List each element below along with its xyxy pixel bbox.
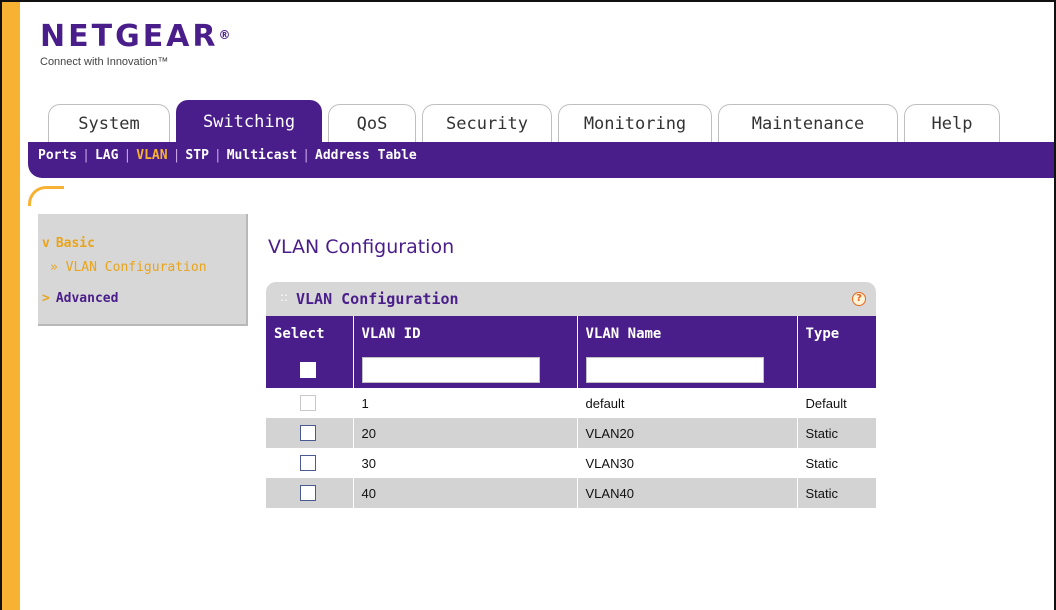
tab-security[interactable]: Security [422,104,552,142]
table-header-row: Select VLAN ID VLAN Name Type [266,316,876,352]
column-header-type: Type [796,316,876,352]
sidebar-item-advanced[interactable]: > Advanced [42,291,118,306]
table-row: 30 VLAN30 Static [266,448,876,478]
main-tabs: System Switching QoS Security Monitoring… [48,100,1006,142]
vlan-id-input-cell [352,352,577,388]
vlan-table: Select VLAN ID VLAN Name Type 1 default [266,316,876,508]
sidebar-menu: v Basic » VLAN Configuration > Advanced [38,214,248,326]
row-select-cell [266,478,353,508]
type-cell: Static [796,448,876,478]
subnav-multicast[interactable]: Multicast [227,148,297,163]
subnav-ports[interactable]: Ports [38,148,77,163]
subnav-separator: | [123,148,132,163]
sidebar-item-vlan-configuration[interactable]: » VLAN Configuration [50,260,207,275]
table-row: 40 VLAN40 Static [266,478,876,508]
vlan-name-cell: VLAN40 [576,478,797,508]
row-select-cell [266,448,353,478]
vlan-name-input[interactable] [585,357,764,383]
vlan-name-cell: VLAN20 [576,418,797,448]
sidebar-item-basic[interactable]: v Basic [42,236,95,251]
page-title: VLAN Configuration [268,236,455,258]
vlan-name-cell: default [576,388,797,418]
row-select-cell [266,418,353,448]
type-cell: Default [796,388,876,418]
row-checkbox[interactable] [300,485,316,501]
subnav-address-table[interactable]: Address Table [315,148,417,163]
select-all-checkbox[interactable] [300,362,316,378]
page-content: NETGEAR® Connect with Innovation™ System… [20,2,1054,610]
tab-maintenance[interactable]: Maintenance [718,104,898,142]
subnav-lag[interactable]: LAG [95,148,118,163]
subnav-separator: | [302,148,311,163]
type-cell: Static [796,478,876,508]
panel-title: VLAN Configuration [296,290,459,308]
select-all-cell [266,352,353,388]
orange-corner-decoration [28,186,64,206]
help-icon[interactable]: ? [852,292,866,306]
vlan-id-cell: 40 [352,478,577,508]
netgear-logo: NETGEAR® Connect with Innovation™ [40,19,231,69]
left-accent-bar [2,2,20,610]
type-input-cell [796,352,876,388]
tab-qos[interactable]: QoS [328,104,416,142]
subnav-vlan[interactable]: VLAN [136,148,167,163]
subnav-stp[interactable]: STP [185,148,208,163]
chevron-right-icon: > [42,291,50,306]
row-checkbox[interactable] [300,425,316,441]
tab-help[interactable]: Help [904,104,1000,142]
column-header-vlan-id: VLAN ID [352,316,577,352]
grip-icon: :: [280,290,289,304]
subnav-separator: | [172,148,181,163]
tab-system[interactable]: System [48,104,170,142]
subnav-bar: Ports | LAG | VLAN | STP | Multicast | Addres… [28,142,1054,178]
vlan-config-panel: :: VLAN Configuration ? Select VLAN ID V… [266,282,876,508]
vlan-id-input[interactable] [361,357,540,383]
table-input-row [266,352,876,388]
vlan-name-input-cell [576,352,797,388]
chevron-down-icon: v [42,236,50,251]
vlan-id-cell: 20 [352,418,577,448]
tab-switching[interactable]: Switching [176,100,322,142]
subnav-separator: | [82,148,90,163]
column-header-select: Select [266,316,353,352]
subnav: Ports | LAG | VLAN | STP | Multicast | Addres… [38,148,417,163]
vlan-id-cell: 1 [352,388,577,418]
row-checkbox[interactable] [300,455,316,471]
panel-header: :: VLAN Configuration ? [266,282,876,316]
row-select-cell [266,388,353,418]
table-row: 20 VLAN20 Static [266,418,876,448]
row-checkbox-disabled [300,395,316,411]
table-row: 1 default Default [266,388,876,418]
tab-monitoring[interactable]: Monitoring [558,104,712,142]
vlan-name-cell: VLAN30 [576,448,797,478]
vlan-id-cell: 30 [352,448,577,478]
subnav-separator: | [213,148,222,163]
logo-wordmark: NETGEAR® [40,19,231,54]
column-header-vlan-name: VLAN Name [576,316,797,352]
logo-tagline: Connect with Innovation™ [40,56,169,68]
type-cell: Static [796,418,876,448]
